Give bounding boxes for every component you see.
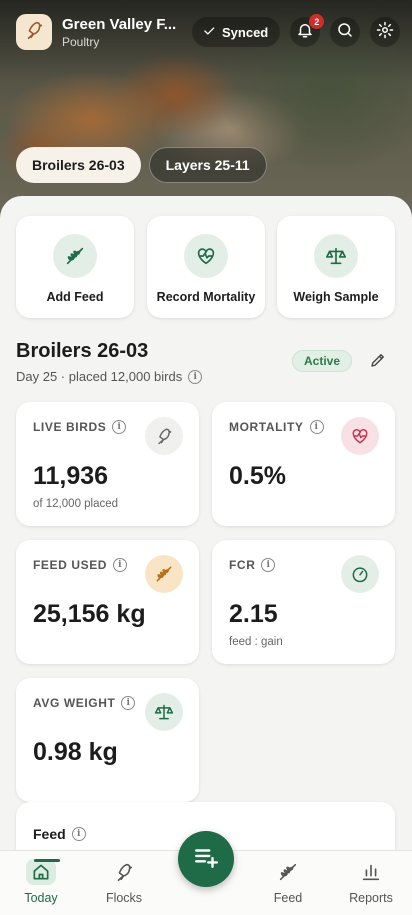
gauge-icon <box>341 555 379 593</box>
info-icon[interactable]: i <box>71 827 86 841</box>
feed-section-title: Feed i <box>33 826 86 842</box>
farm-info[interactable]: Green Valley F... Poultry <box>62 16 180 49</box>
wheat-icon <box>277 859 299 885</box>
nav-today[interactable]: Today <box>6 859 76 905</box>
flock-subtitle: Day 25 · placed 12,000 birds i <box>16 369 203 384</box>
home-icon <box>26 859 56 885</box>
tab-layers-25-11[interactable]: Layers 25-11 <box>148 147 267 183</box>
fcr-sub: feed : gain <box>229 636 283 648</box>
live-birds-card[interactable]: LIVE BIRDS i 11,936 of 12,000 placed <box>16 402 199 526</box>
feed-used-value: 25,156 kg <box>33 600 146 628</box>
search-button[interactable] <box>330 17 361 47</box>
notification-badge: 2 <box>309 14 325 29</box>
nav-flocks-label: Flocks <box>105 891 143 905</box>
notifications-button[interactable]: 2 <box>290 14 325 47</box>
avg-weight-value: 0.98 kg <box>33 738 118 766</box>
check-icon <box>202 24 222 41</box>
flock-title: Broilers 26-03 <box>16 340 149 362</box>
avg-weight-label: AVG WEIGHT i <box>33 696 136 710</box>
info-icon[interactable]: i <box>113 558 128 572</box>
farm-type: Poultry <box>62 34 100 49</box>
nav-feed-label: Feed <box>273 891 303 905</box>
scale-icon <box>145 693 183 731</box>
active-indicator <box>34 859 60 862</box>
nav-reports-label: Reports <box>349 891 393 905</box>
record-mortality-button[interactable]: Record Mortality <box>147 216 265 318</box>
avg-weight-label-text: AVG WEIGHT <box>33 696 116 710</box>
mortality-label-text: MORTALITY <box>229 420 304 434</box>
live-birds-label-text: LIVE BIRDS <box>33 420 107 434</box>
sync-status-label: Synced <box>222 24 269 40</box>
fcr-label-text: FCR <box>229 558 256 572</box>
info-icon[interactable]: i <box>112 420 127 434</box>
fcr-label: FCR i <box>229 558 276 572</box>
edit-flock-button[interactable] <box>366 350 390 374</box>
fcr-card[interactable]: FCR i 2.15 feed : gain <box>212 540 395 664</box>
nav-reports[interactable]: Reports <box>336 859 406 905</box>
weigh-sample-button[interactable]: Weigh Sample <box>277 216 395 318</box>
mortality-card[interactable]: MORTALITY i 0.5% <box>212 402 395 526</box>
wheat-icon <box>53 234 97 278</box>
heart-pulse-icon <box>184 234 228 278</box>
nav-flocks[interactable]: Flocks <box>89 859 159 905</box>
live-birds-value: 11,936 <box>33 462 109 490</box>
bar-chart-icon <box>360 859 382 885</box>
list-add-icon <box>193 844 219 875</box>
content-sheet: Add Feed Record Mortality Weigh Sample B… <box>0 196 412 915</box>
wheat-icon <box>145 555 183 593</box>
tab-broilers-26-03[interactable]: Broilers 26-03 <box>16 147 141 183</box>
pencil-icon <box>369 351 387 374</box>
mortality-label: MORTALITY i <box>229 420 324 434</box>
avg-weight-card[interactable]: AVG WEIGHT i 0.98 kg <box>16 678 199 802</box>
bird-icon <box>145 417 183 455</box>
heart-pulse-icon <box>341 417 379 455</box>
nav-today-label: Today <box>24 891 58 905</box>
bird-logo-icon <box>23 19 45 46</box>
feed-used-card[interactable]: FEED USED i 25,156 kg <box>16 540 199 664</box>
add-feed-button[interactable]: Add Feed <box>16 216 134 318</box>
search-icon <box>336 21 354 44</box>
nav-feed[interactable]: Feed <box>253 859 323 905</box>
live-birds-label: LIVE BIRDS i <box>33 420 127 434</box>
scale-icon <box>314 234 358 278</box>
weigh-sample-label: Weigh Sample <box>293 290 379 304</box>
settings-button[interactable] <box>370 17 401 47</box>
feed-used-label-text: FEED USED <box>33 558 108 572</box>
info-icon[interactable]: i <box>261 558 276 572</box>
top-bar: Green Valley F... Poultry Synced 2 <box>16 12 402 52</box>
sync-status-chip[interactable]: Synced <box>192 17 281 47</box>
flock-subtitle-text: Day 25 · placed 12,000 birds <box>16 369 183 384</box>
farm-logo[interactable] <box>16 14 52 50</box>
fcr-value: 2.15 <box>229 600 278 628</box>
info-icon[interactable]: i <box>309 420 324 434</box>
record-mortality-label: Record Mortality <box>156 290 256 304</box>
farm-name: Green Valley F... <box>62 15 177 33</box>
info-icon[interactable]: i <box>121 696 136 710</box>
bird-icon <box>113 859 135 885</box>
flock-tabs: Broilers 26-03 Layers 25-11 <box>16 147 275 183</box>
mortality-value: 0.5% <box>229 462 286 490</box>
add-feed-label: Add Feed <box>46 290 104 304</box>
add-record-fab[interactable] <box>178 831 234 887</box>
feed-used-label: FEED USED i <box>33 558 128 572</box>
gear-icon <box>376 21 394 44</box>
live-birds-sub: of 12,000 placed <box>33 498 119 510</box>
feed-section-title-text: Feed <box>33 826 66 842</box>
status-badge: Active <box>292 350 353 372</box>
info-icon[interactable]: i <box>188 369 203 384</box>
